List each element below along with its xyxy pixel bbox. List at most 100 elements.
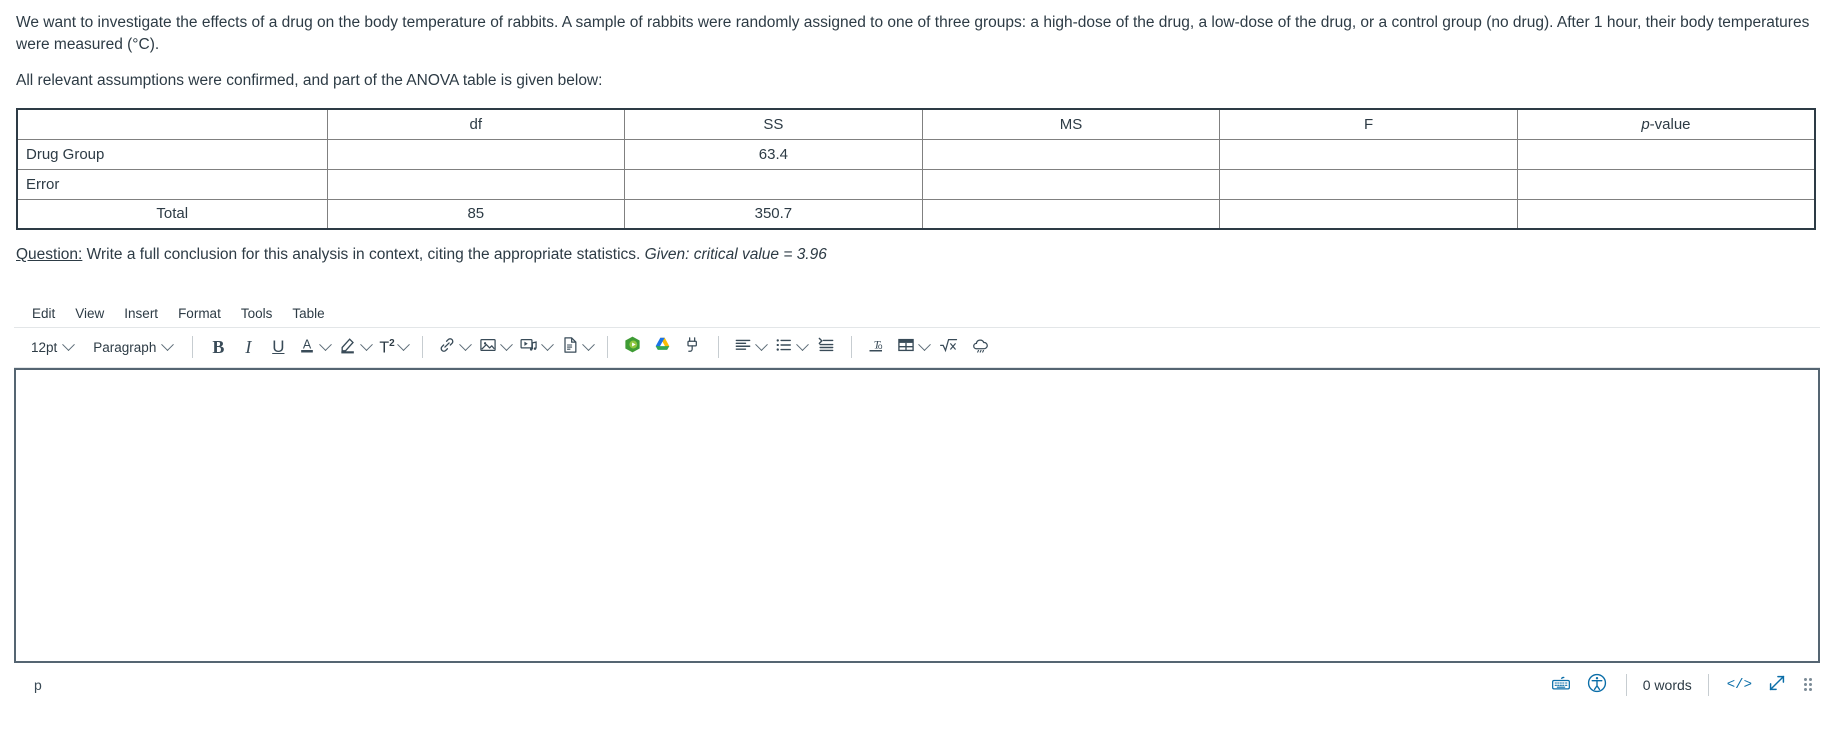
- cell-drug-df: [326, 138, 626, 170]
- superscript-icon: T2: [379, 337, 395, 356]
- cell-total-p: [1516, 198, 1815, 229]
- row-label-total: Total: [17, 198, 328, 229]
- link-button[interactable]: [434, 333, 473, 361]
- anova-table-wrapper: df SS MS F p-value Drug Group 63.4 Error: [0, 108, 1832, 230]
- word-count[interactable]: 0 words: [1639, 677, 1696, 693]
- menu-tools[interactable]: Tools: [231, 304, 283, 324]
- pvalue-suffix: -value: [1649, 115, 1691, 133]
- table-button[interactable]: [893, 333, 932, 361]
- chevron-down-icon: [62, 337, 76, 351]
- media-button[interactable]: [516, 333, 555, 361]
- toolbar-separator: [421, 336, 423, 359]
- header-cell-f: F: [1219, 109, 1518, 140]
- chevron-down-icon: [161, 337, 175, 351]
- menu-view[interactable]: View: [65, 304, 114, 324]
- menu-edit[interactable]: Edit: [22, 304, 65, 324]
- toolbar-separator: [850, 336, 852, 359]
- editor-toolbar: 12pt Paragraph B I U A T2 T o: [14, 328, 1820, 368]
- accessibility-checker-button[interactable]: [1580, 670, 1614, 700]
- editor-content-area[interactable]: [14, 367, 1820, 663]
- cell-drug-ms: [921, 138, 1221, 170]
- table-row: Total 85 350.7: [17, 198, 1815, 229]
- text-color-button[interactable]: A: [294, 333, 333, 361]
- plugin-icon: [683, 335, 703, 360]
- block-format-select[interactable]: Paragraph: [84, 333, 181, 361]
- question-prompt: We want to investigate the effects of a …: [0, 0, 1832, 92]
- underline-button[interactable]: U: [264, 333, 292, 361]
- highlight-color-button[interactable]: [335, 333, 374, 361]
- grip-dot: [1804, 678, 1807, 682]
- svg-text:o: o: [878, 341, 883, 351]
- chevron-down-icon[interactable]: [396, 337, 410, 351]
- chevron-down-icon[interactable]: [540, 337, 554, 351]
- clear-formatting-button[interactable]: To: [863, 333, 891, 361]
- menu-insert[interactable]: Insert: [114, 304, 168, 324]
- bold-button[interactable]: B: [204, 333, 232, 361]
- cell-error-p: [1516, 168, 1815, 200]
- chevron-down-icon[interactable]: [499, 337, 513, 351]
- prompt-paragraph-1: We want to investigate the effects of a …: [16, 14, 1810, 53]
- header-cell-df: df: [326, 109, 626, 140]
- math-equation-button[interactable]: [934, 333, 964, 361]
- grip-dot: [1809, 688, 1812, 692]
- header-cell-blank: [17, 109, 328, 140]
- math-equation-icon: [938, 335, 960, 360]
- resize-grip[interactable]: [1796, 678, 1812, 692]
- bulleted-list-icon: [774, 335, 794, 360]
- menu-table[interactable]: Table: [282, 304, 334, 324]
- list-button[interactable]: [771, 333, 810, 361]
- editor-statusbar: p 0 words </>: [14, 663, 1820, 707]
- superscript-button[interactable]: T2: [376, 333, 410, 361]
- kaltura-button[interactable]: [619, 333, 647, 361]
- cell-total-f: [1219, 198, 1518, 229]
- italic-icon: I: [245, 336, 252, 357]
- align-left-icon: [733, 335, 753, 360]
- chevron-down-icon[interactable]: [754, 337, 768, 351]
- chevron-down-icon[interactable]: [917, 337, 931, 351]
- fullscreen-button[interactable]: [1760, 670, 1794, 700]
- chevron-down-icon[interactable]: [319, 337, 333, 351]
- grip-dot: [1809, 678, 1812, 682]
- kaltura-icon: [623, 335, 642, 359]
- cell-drug-ss: 63.4: [624, 138, 923, 170]
- indent-icon: [816, 335, 836, 360]
- indent-button[interactable]: [812, 333, 840, 361]
- cell-total-df: 85: [326, 198, 626, 229]
- font-size-value: 12pt: [31, 339, 58, 355]
- google-drive-button[interactable]: [649, 333, 677, 361]
- fullscreen-icon: [1766, 672, 1788, 697]
- accessibility-icon: [1586, 672, 1608, 697]
- chevron-down-icon[interactable]: [795, 337, 809, 351]
- keyboard-shortcuts-button[interactable]: [1544, 670, 1578, 700]
- question-instruction: Question: Write a full conclusion for th…: [0, 230, 1832, 266]
- menu-format[interactable]: Format: [168, 304, 231, 324]
- media-icon: [519, 335, 539, 360]
- statusbar-separator: [1625, 673, 1627, 696]
- pvalue-italic-p: p: [1641, 115, 1650, 133]
- element-path[interactable]: p: [22, 677, 42, 693]
- align-button[interactable]: [730, 333, 769, 361]
- link-icon: [437, 335, 457, 360]
- cell-error-ms: [921, 168, 1221, 200]
- chevron-down-icon[interactable]: [458, 337, 472, 351]
- italic-button[interactable]: I: [234, 333, 262, 361]
- grip-dot: [1809, 683, 1812, 687]
- image-button[interactable]: [475, 333, 514, 361]
- chevron-down-icon[interactable]: [360, 337, 374, 351]
- cell-total-ss: 350.7: [624, 198, 923, 229]
- html-editor-button[interactable]: </>: [1721, 670, 1758, 700]
- document-button[interactable]: [557, 333, 596, 361]
- cloud-button[interactable]: [966, 333, 996, 361]
- prompt-paragraph-2: All relevant assumptions were confirmed,…: [16, 72, 603, 89]
- cell-error-f: [1219, 168, 1518, 200]
- bold-icon: B: [212, 336, 225, 357]
- font-size-select[interactable]: 12pt: [22, 333, 82, 361]
- plugin-button[interactable]: [679, 333, 707, 361]
- header-cell-ms: MS: [921, 109, 1221, 140]
- cell-drug-p: [1516, 138, 1815, 170]
- document-icon: [560, 335, 580, 360]
- statusbar-separator: [1707, 673, 1709, 696]
- table-icon: [896, 335, 916, 360]
- statusbar-right-group: 0 words </>: [1544, 670, 1812, 700]
- chevron-down-icon[interactable]: [581, 337, 595, 351]
